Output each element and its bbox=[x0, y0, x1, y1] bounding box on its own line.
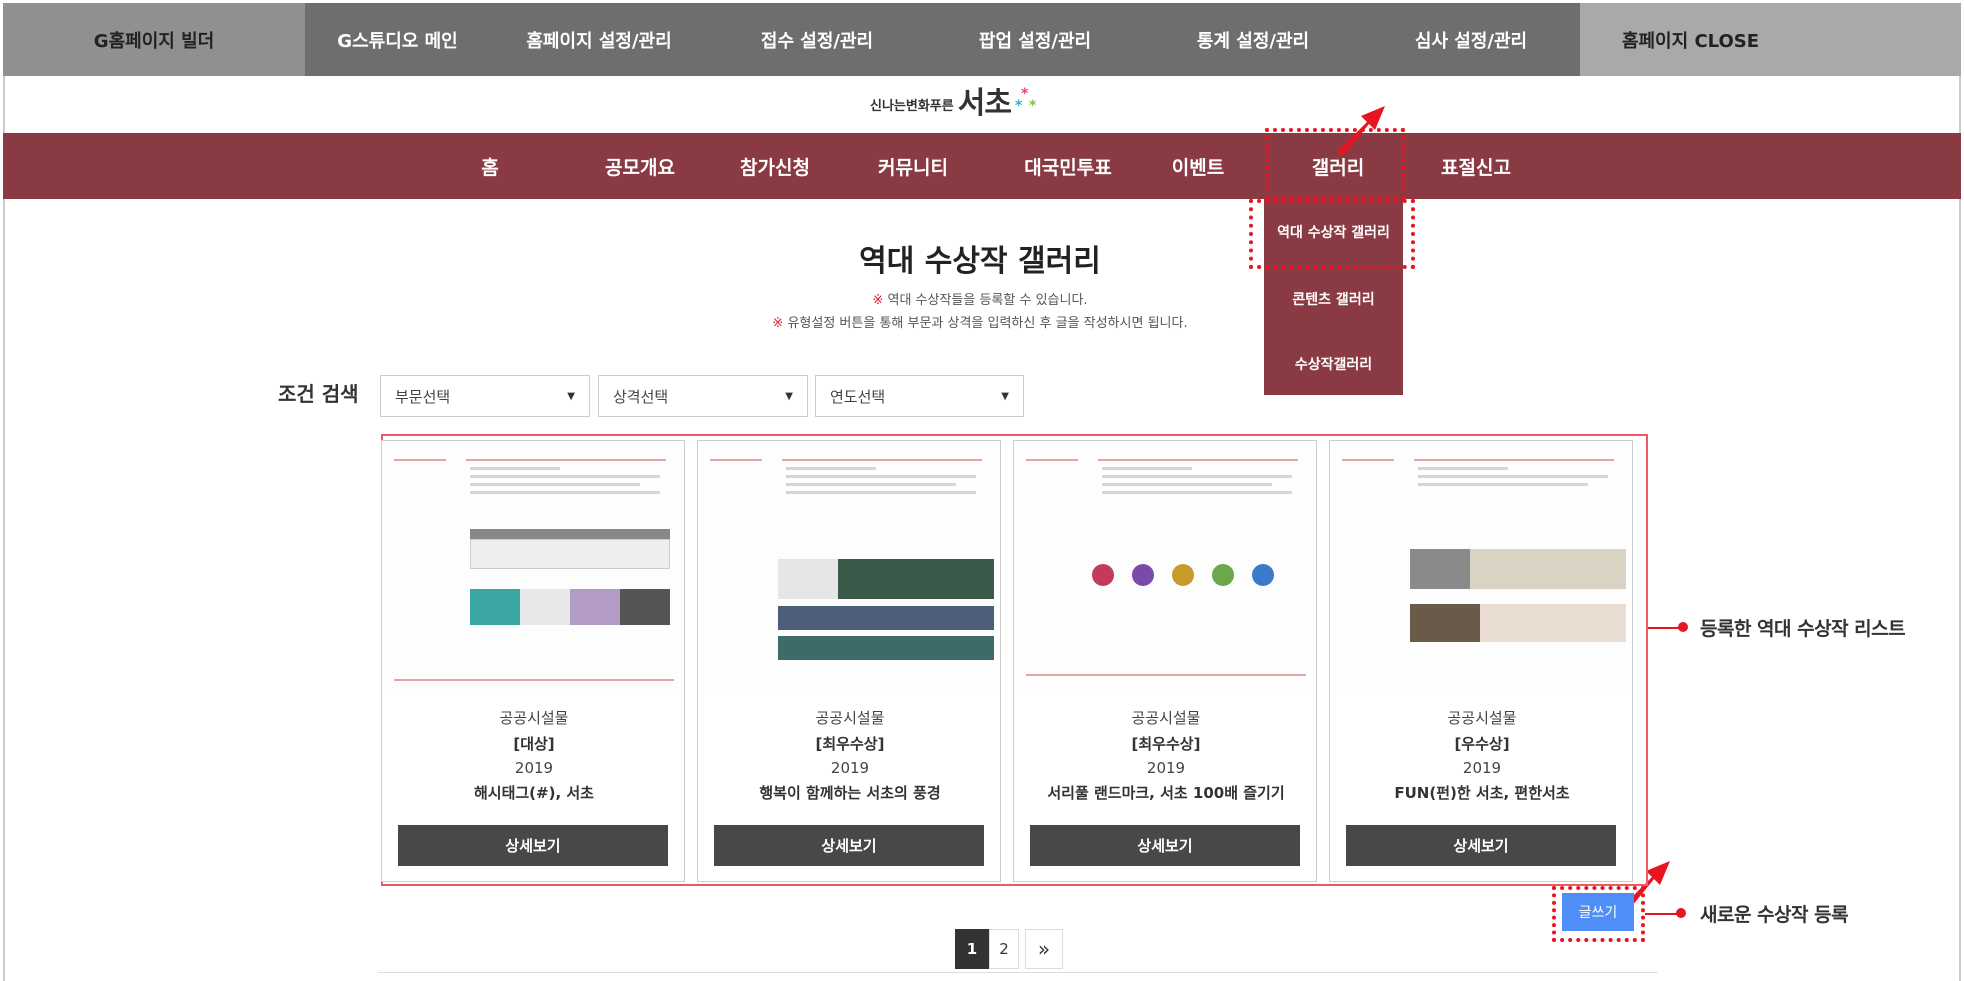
card-year: 2019 bbox=[1462, 759, 1502, 777]
nav-item-event[interactable]: 이벤트 bbox=[1138, 133, 1258, 199]
next-page-icon[interactable]: » bbox=[1025, 929, 1063, 969]
view-detail-button[interactable]: 상세보기 bbox=[398, 825, 668, 866]
award-card[interactable]: 공공시설물 [대상] 2019 해시태그(#), 서초 상세보기 bbox=[381, 440, 685, 882]
site-logo[interactable]: 신나는변화푸른 서초 * * * bbox=[870, 80, 1045, 120]
annotation-award-list: 등록한 역대 수상작 리스트 bbox=[1700, 618, 1906, 640]
admin-tab-close[interactable]: 홈페이지 CLOSE bbox=[1580, 3, 1961, 76]
admin-tab-popup-settings[interactable]: 팝업 설정/관리 bbox=[926, 3, 1144, 76]
nav-item-apply[interactable]: 참가신청 bbox=[715, 133, 835, 199]
admin-tab-reception-settings[interactable]: 접수 설정/관리 bbox=[708, 3, 926, 76]
notice-line-1: ※ 역대 수상작들을 등록할 수 있습니다. bbox=[680, 289, 1280, 308]
divider bbox=[378, 972, 1658, 973]
dropdown-item-content-gallery[interactable]: 콘텐츠 갤러리 bbox=[1264, 279, 1403, 319]
notice-mark: ※ bbox=[872, 293, 884, 308]
main-nav: 홈 공모개요 참가신청 커뮤니티 대국민투표 이벤트 갤러리 표절신고 bbox=[3, 133, 1961, 199]
nav-item-community[interactable]: 커뮤니티 bbox=[853, 133, 973, 199]
award-thumbnail[interactable] bbox=[1338, 449, 1626, 689]
view-detail-button[interactable]: 상세보기 bbox=[1030, 825, 1300, 866]
logo-slogan: 신나는변화푸른 bbox=[870, 99, 954, 114]
dropdown-item-award-gallery[interactable]: 수상작갤러리 bbox=[1264, 344, 1403, 384]
year-select[interactable]: 연도선택 ▼ bbox=[815, 375, 1024, 417]
card-year: 2019 bbox=[830, 759, 870, 777]
card-year: 2019 bbox=[514, 759, 554, 777]
notice-line-2: ※ 유형설정 버튼을 통해 부문과 상격을 입력하신 후 글을 작성하시면 됩니… bbox=[680, 312, 1280, 331]
notice-mark: ※ bbox=[772, 316, 784, 331]
admin-tab-stats-settings[interactable]: 통계 설정/관리 bbox=[1144, 3, 1362, 76]
view-detail-button[interactable]: 상세보기 bbox=[1346, 825, 1616, 866]
annotation-new-award: 새로운 수상작 등록 bbox=[1700, 904, 1849, 926]
award-card[interactable]: 공공시설물 [최우수상] 2019 서리풀 랜드마크, 서초 100배 즐기기 … bbox=[1013, 440, 1317, 882]
page-1-button[interactable]: 1 bbox=[955, 929, 989, 969]
award-thumbnail[interactable] bbox=[706, 449, 994, 689]
view-detail-button[interactable]: 상세보기 bbox=[714, 825, 984, 866]
card-category: 공공시설물 bbox=[1447, 709, 1517, 727]
card-category: 공공시설물 bbox=[1131, 709, 1201, 727]
page-2-button[interactable]: 2 bbox=[989, 929, 1019, 969]
nav-item-plagiarism-report[interactable]: 표절신고 bbox=[1416, 133, 1536, 199]
write-button[interactable]: 글쓰기 bbox=[1562, 893, 1634, 931]
annotation-dot bbox=[1678, 622, 1688, 632]
notice-text: 유형설정 버튼을 통해 부문과 상격을 입력하신 후 글을 작성하시면 됩니다. bbox=[787, 316, 1188, 331]
nav-item-public-vote[interactable]: 대국민투표 bbox=[1003, 133, 1133, 199]
division-select[interactable]: 부문선택 ▼ bbox=[380, 375, 590, 417]
card-category: 공공시설물 bbox=[815, 709, 885, 727]
caret-down-icon: ▼ bbox=[785, 391, 793, 402]
award-thumbnail[interactable] bbox=[390, 449, 678, 689]
admin-tab-builder[interactable]: G홈페이지 빌더 bbox=[3, 3, 305, 76]
highlight-past-awards-item bbox=[1249, 199, 1415, 269]
card-award: [최우수상] bbox=[1131, 735, 1201, 753]
card-year: 2019 bbox=[1146, 759, 1186, 777]
admin-tab-review-settings[interactable]: 심사 설정/관리 bbox=[1362, 3, 1580, 76]
pointer-arrow-icon bbox=[1337, 106, 1385, 156]
card-title: FUN(펀)한 서초, 편한서초 bbox=[1394, 784, 1570, 802]
award-card[interactable]: 공공시설물 [우수상] 2019 FUN(펀)한 서초, 편한서초 상세보기 bbox=[1329, 440, 1633, 882]
select-value: 상격선택 bbox=[613, 387, 669, 406]
nav-item-overview[interactable]: 공모개요 bbox=[580, 133, 700, 199]
page-title: 역대 수상작 갤러리 bbox=[859, 244, 1101, 279]
card-award: [최우수상] bbox=[815, 735, 885, 753]
card-title: 행복이 함께하는 서초의 풍경 bbox=[759, 784, 941, 802]
select-value: 연도선택 bbox=[830, 387, 886, 406]
card-award: [우수상] bbox=[1454, 735, 1510, 753]
admin-bar: G홈페이지 빌더 G스튜디오 메인 홈페이지 설정/관리 접수 설정/관리 팝업… bbox=[3, 3, 1961, 76]
logo-wordmark: 서초 bbox=[957, 86, 1012, 121]
admin-tab-studio-main[interactable]: G스튜디오 메인 bbox=[305, 3, 490, 76]
card-award: [대상] bbox=[513, 735, 555, 753]
nav-item-home[interactable]: 홈 bbox=[440, 133, 540, 199]
card-title: 서리풀 랜드마크, 서초 100배 즐기기 bbox=[1047, 784, 1285, 802]
caret-down-icon: ▼ bbox=[567, 391, 575, 402]
annotation-connector bbox=[1645, 913, 1679, 915]
award-card[interactable]: 공공시설물 [최우수상] 2019 행복이 함께하는 서초의 풍경 상세보기 bbox=[697, 440, 1001, 882]
award-select[interactable]: 상격선택 ▼ bbox=[598, 375, 808, 417]
search-label: 조건 검색 bbox=[278, 382, 359, 406]
notice-text: 역대 수상작들을 등록할 수 있습니다. bbox=[887, 293, 1088, 308]
annotation-dot bbox=[1676, 908, 1686, 918]
card-title: 해시태그(#), 서초 bbox=[473, 784, 594, 802]
award-thumbnail[interactable] bbox=[1022, 449, 1310, 689]
select-value: 부문선택 bbox=[395, 387, 451, 406]
logo-stars-icon: * * * bbox=[1014, 86, 1037, 114]
annotation-connector bbox=[1648, 627, 1682, 629]
card-category: 공공시설물 bbox=[499, 709, 569, 727]
admin-tab-homepage-settings[interactable]: 홈페이지 설정/관리 bbox=[490, 3, 708, 76]
caret-down-icon: ▼ bbox=[1001, 391, 1009, 402]
